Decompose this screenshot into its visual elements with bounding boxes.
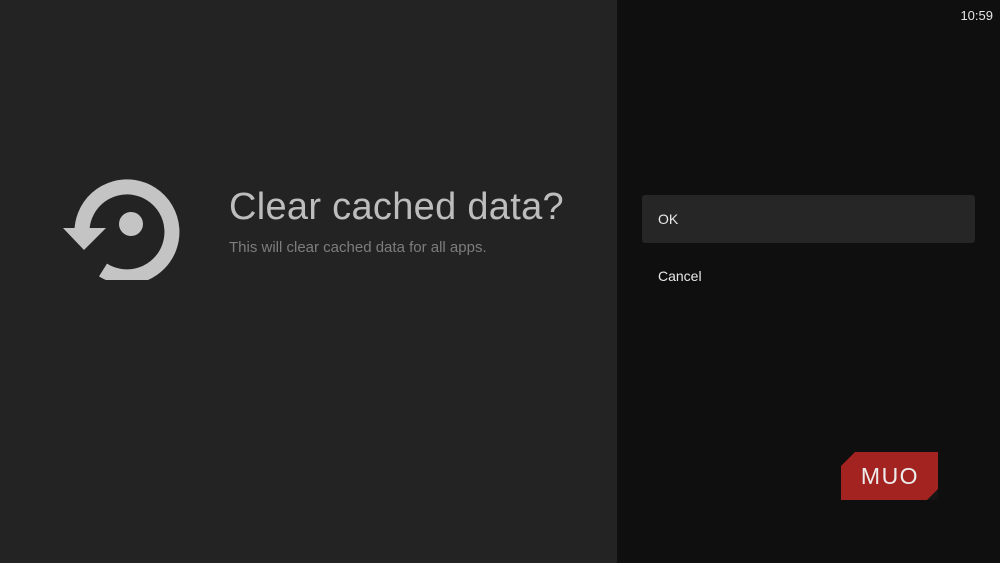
- cancel-button-label: Cancel: [658, 268, 702, 284]
- ok-button-label: OK: [658, 211, 679, 227]
- clear-cache-screen: Clear cached data? This will clear cache…: [0, 0, 1000, 563]
- ok-button[interactable]: OK: [642, 195, 975, 243]
- muo-logo: MUO: [841, 452, 938, 500]
- clock: 10:59: [960, 8, 993, 23]
- dialog-description: This will clear cached data for all apps…: [229, 239, 487, 256]
- cancel-button[interactable]: Cancel: [642, 252, 975, 300]
- dialog-content-pane: Clear cached data? This will clear cache…: [0, 0, 617, 563]
- restore-icon: [63, 179, 180, 280]
- svg-text:MUO: MUO: [861, 463, 919, 489]
- dialog-title: Clear cached data?: [229, 186, 564, 228]
